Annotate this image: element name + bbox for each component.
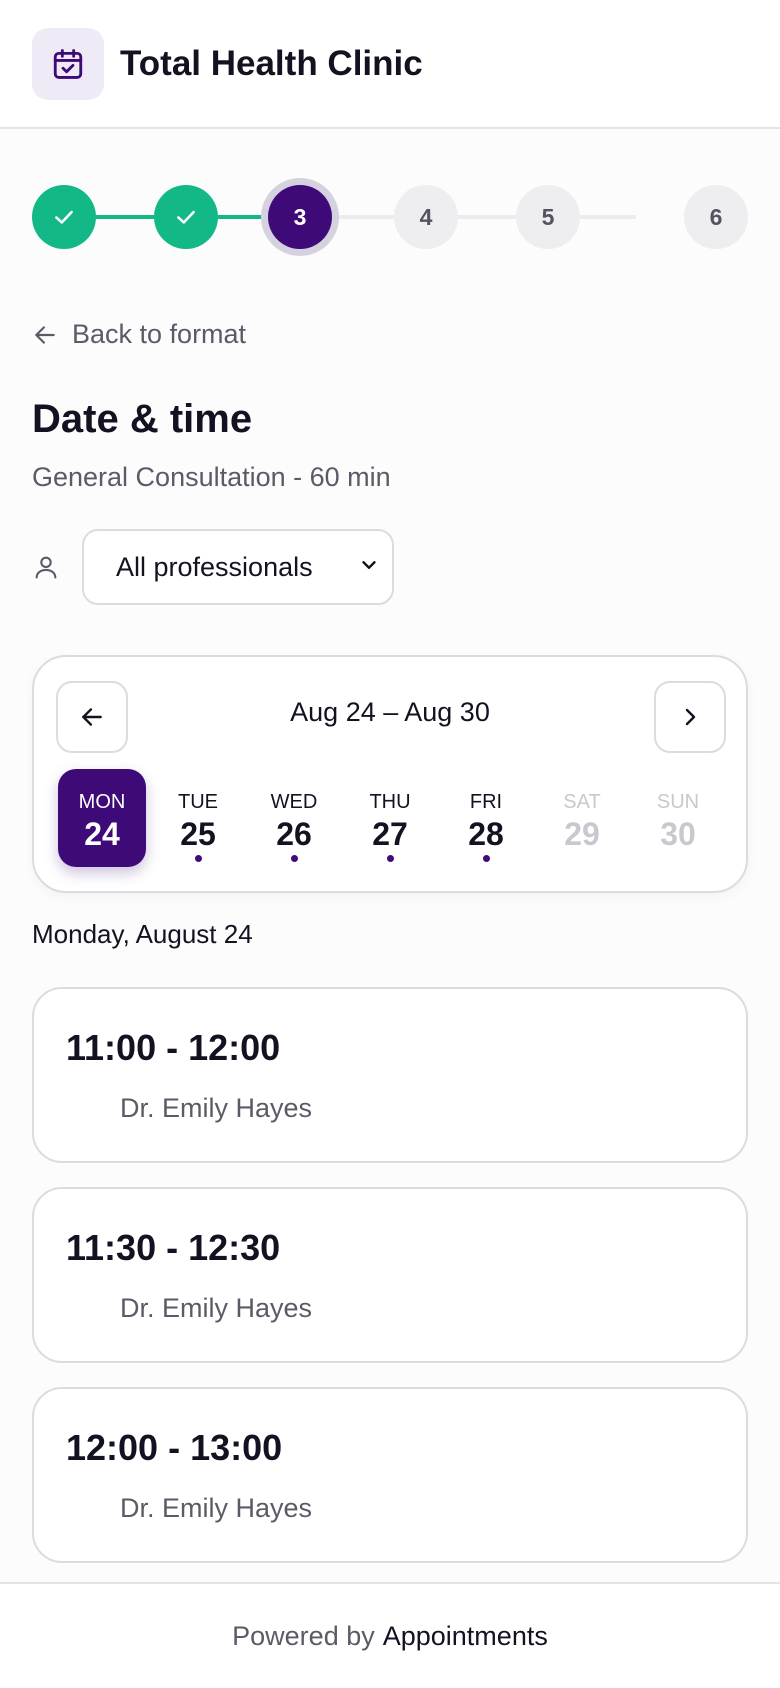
- day-number: 30: [660, 816, 696, 852]
- stepper-connector: [458, 215, 516, 219]
- stepper-connector: [332, 215, 394, 219]
- availability-dot: [290, 855, 298, 862]
- day-name: THU: [369, 791, 411, 813]
- calendar-check-icon: [32, 27, 104, 100]
- slot-doctor: Dr. Emily Hayes: [120, 1093, 313, 1123]
- day-thu-27[interactable]: THU 27: [346, 769, 434, 867]
- step-5: 5: [516, 185, 580, 249]
- booking-main: 3 4 5 6 Back to format Date & time Gener…: [0, 129, 780, 1582]
- slot-time: 11:00 - 12:00: [66, 1027, 281, 1068]
- progress-stepper: 3 4 5 6: [32, 185, 748, 315]
- day-sun-30: SUN 30: [634, 769, 722, 867]
- day-number: 28: [468, 816, 504, 852]
- check-icon: [55, 210, 73, 224]
- footer-prefix: Powered by: [232, 1620, 375, 1651]
- day-mon-24[interactable]: MON 24: [58, 769, 146, 867]
- next-week-button[interactable]: [654, 681, 726, 753]
- day-name: SAT: [563, 791, 601, 813]
- check-icon: [177, 210, 195, 224]
- day-number: 26: [276, 816, 312, 852]
- powered-by-footer: Powered by Appointments: [0, 1582, 780, 1688]
- slot-doctor: Dr. Emily Hayes: [120, 1493, 313, 1523]
- back-link-label: Back to format: [72, 319, 247, 349]
- step-4: 4: [394, 185, 458, 249]
- service-subtitle: General Consultation - 60 min: [32, 462, 391, 492]
- day-number: 29: [564, 816, 600, 852]
- step-2-completed[interactable]: [154, 185, 218, 249]
- availability-dot: [194, 855, 202, 862]
- day-name: TUE: [178, 791, 218, 813]
- slot-time: 12:00 - 13:00: [66, 1427, 283, 1468]
- professional-select-value: All professionals: [116, 551, 313, 582]
- day-selector: MON 24 TUE 25 WED 26 THU 27 FRI 28 SAT 2…: [58, 769, 722, 869]
- professional-select[interactable]: All professionals: [82, 529, 394, 605]
- time-slot-card[interactable]: 11:30 - 12:30 Dr. Emily Hayes: [32, 1187, 748, 1363]
- stepper-connector: [218, 215, 268, 219]
- day-name: SUN: [656, 791, 700, 813]
- day-number: 27: [372, 816, 408, 852]
- professional-filter: All professionals: [32, 529, 394, 605]
- step-6: 6: [684, 185, 748, 249]
- arrow-left-icon: [32, 322, 58, 348]
- day-number: 25: [180, 816, 216, 852]
- day-tue-25[interactable]: TUE 25: [154, 769, 242, 867]
- availability-dot: [386, 855, 394, 862]
- day-name: FRI: [469, 791, 503, 813]
- chevron-down-icon: [358, 552, 380, 583]
- week-calendar: Aug 24 – Aug 30 MON 24 TUE 25 WED 26 THU…: [32, 655, 748, 893]
- day-sat-29: SAT 29: [538, 769, 626, 867]
- time-slot-card[interactable]: 11:00 - 12:00 Dr. Emily Hayes: [32, 987, 748, 1163]
- clinic-name: Total Health Clinic: [120, 43, 423, 83]
- day-fri-28[interactable]: FRI 28: [442, 769, 530, 867]
- slot-doctor: Dr. Emily Hayes: [120, 1293, 313, 1323]
- day-wed-26[interactable]: WED 26: [250, 769, 338, 867]
- day-number: 24: [84, 816, 120, 852]
- step-3-current: 3: [268, 185, 332, 249]
- day-name: WED: [270, 791, 318, 813]
- selected-date-label: Monday, August 24: [32, 919, 253, 949]
- step-1-completed[interactable]: [32, 185, 96, 249]
- stepper-connector: [580, 215, 636, 219]
- footer-brand-link[interactable]: Appointments: [383, 1621, 548, 1652]
- chevron-right-icon: [685, 708, 696, 726]
- week-range-label: Aug 24 – Aug 30: [290, 697, 490, 727]
- time-slot-card[interactable]: 12:00 - 13:00 Dr. Emily Hayes: [32, 1387, 748, 1563]
- availability-dot: [482, 855, 490, 862]
- page-title: Date & time: [32, 397, 253, 441]
- user-icon: [32, 552, 62, 582]
- day-name: MON: [78, 791, 126, 813]
- back-to-format-link[interactable]: Back to format: [32, 319, 246, 350]
- stepper-connector: [96, 215, 154, 219]
- slot-time: 11:30 - 12:30: [66, 1227, 281, 1268]
- app-header: Total Health Clinic: [0, 0, 780, 129]
